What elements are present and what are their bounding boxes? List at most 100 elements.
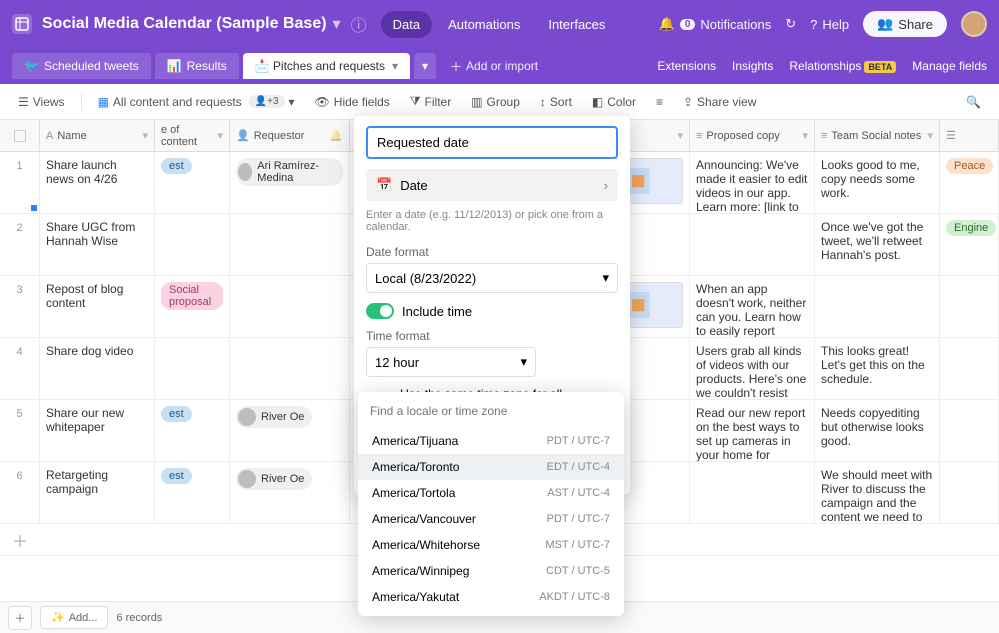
cell-type[interactable]: Social proposal xyxy=(155,276,230,337)
cell-team-notes[interactable]: We should meet with River to discuss the… xyxy=(815,462,940,523)
cell-name[interactable]: Retargeting campaign xyxy=(40,462,155,523)
collaborators-badge[interactable]: 👤+3 xyxy=(249,95,285,108)
search-button[interactable]: 🔍 xyxy=(958,91,989,113)
views-button[interactable]: ☰Views xyxy=(10,91,73,113)
tab-data[interactable]: Data xyxy=(381,11,432,38)
cell-last[interactable] xyxy=(940,338,999,399)
field-name-input[interactable] xyxy=(366,126,618,159)
chevron-down-icon[interactable]: ▾ xyxy=(927,129,933,142)
cell-proposed[interactable]: When an app doesn't work, neither can yo… xyxy=(690,276,815,337)
row-number[interactable]: 5 xyxy=(0,400,40,461)
tab-selector[interactable]: ▾ xyxy=(414,53,436,79)
cell-type[interactable]: est xyxy=(155,462,230,523)
insights-link[interactable]: Insights xyxy=(732,59,773,73)
row-number[interactable]: 3 xyxy=(0,276,40,337)
cell-last[interactable] xyxy=(940,276,999,337)
date-format-select[interactable]: Local (8/23/2022)▾ xyxy=(366,263,618,293)
add-menu-button[interactable]: ✨Add... xyxy=(40,606,108,629)
timezone-option[interactable]: America/VancouverPDT / UTC-7 xyxy=(358,506,624,532)
cell-type[interactable]: est xyxy=(155,152,230,213)
base-icon[interactable] xyxy=(12,14,32,34)
hide-fields-button[interactable]: 👁Hide fields xyxy=(307,91,398,113)
cell-requestor[interactable] xyxy=(230,338,350,399)
column-requestor[interactable]: 👤Requestor🔔 xyxy=(230,120,350,151)
column-proposed-copy[interactable]: ≡Proposed copy▾ xyxy=(690,120,815,151)
history-button[interactable]: ↻ xyxy=(785,16,796,32)
add-record-button[interactable]: ＋ xyxy=(8,606,32,630)
tab-scheduled-tweets[interactable]: 🐦Scheduled tweets xyxy=(12,53,151,79)
column-name[interactable]: AName▾ xyxy=(40,120,155,151)
notifications-button[interactable]: 🔔0Notifications xyxy=(659,16,772,32)
field-type-selector[interactable]: 📅 Date › xyxy=(366,169,618,201)
timezone-option[interactable]: America/WinnipegCDT / UTC-5 xyxy=(358,558,624,584)
user-chip[interactable]: River Oe xyxy=(236,468,312,490)
row-height-button[interactable]: ≡ xyxy=(648,91,671,113)
column-type[interactable]: e of content▾ xyxy=(155,120,230,151)
select-all[interactable] xyxy=(0,120,40,151)
cell-type[interactable] xyxy=(155,214,230,275)
row-number[interactable]: 4 xyxy=(0,338,40,399)
cell-team-notes[interactable]: Once we've got the tweet, we'll retweet … xyxy=(815,214,940,275)
user-chip[interactable]: Ari Ramírez-Medina xyxy=(236,158,343,186)
cell-last[interactable] xyxy=(940,400,999,461)
chevron-down-icon[interactable]: ▾ xyxy=(677,129,683,142)
tab-automations[interactable]: Automations xyxy=(436,11,532,38)
cell-name[interactable]: Share dog video xyxy=(40,338,155,399)
cell-type[interactable] xyxy=(155,338,230,399)
bell-icon[interactable]: 🔔 xyxy=(329,129,343,142)
timezone-option[interactable]: America/TijuanaPDT / UTC-7 xyxy=(358,428,624,454)
chevron-down-icon[interactable]: ▾ xyxy=(802,129,808,142)
timezone-option[interactable]: America/TortolaAST / UTC-4 xyxy=(358,480,624,506)
cell-team-notes[interactable]: Needs copyediting but otherwise looks go… xyxy=(815,400,940,461)
add-or-import-button[interactable]: ＋Add or import xyxy=(450,58,538,75)
cell-proposed[interactable]: Users grab all kinds of videos with our … xyxy=(690,338,815,399)
timezone-option[interactable]: America/TorontoEDT / UTC-4 xyxy=(358,454,624,480)
share-button[interactable]: 👥Share xyxy=(863,11,947,37)
cell-proposed[interactable] xyxy=(690,214,815,275)
timezone-search-input[interactable] xyxy=(368,398,614,424)
group-button[interactable]: ▥Group xyxy=(463,91,528,113)
cell-team-notes[interactable]: Looks good to me, copy needs some work. xyxy=(815,152,940,213)
cell-proposed[interactable]: Read our new report on the best ways to … xyxy=(690,400,815,461)
base-title[interactable]: Social Media Calendar (Sample Base) xyxy=(42,15,327,33)
timezone-option[interactable]: America/YakutatAKDT / UTC-8 xyxy=(358,584,624,610)
user-chip[interactable]: River Oe xyxy=(236,406,312,428)
cell-requestor[interactable]: River Oe xyxy=(230,462,350,523)
sort-button[interactable]: ↕Sort xyxy=(532,91,580,113)
tab-pitches-requests[interactable]: 📩 Pitches and requests▾ xyxy=(243,53,410,79)
cell-requestor[interactable] xyxy=(230,214,350,275)
cell-requestor[interactable]: Ari Ramírez-Medina xyxy=(230,152,350,213)
relationships-link[interactable]: RelationshipsBETA xyxy=(789,59,896,73)
share-view-button[interactable]: ⇪Share view xyxy=(675,91,764,113)
chevron-down-icon[interactable]: ▾ xyxy=(142,129,148,142)
cell-proposed[interactable]: Announcing: We've made it easier to edit… xyxy=(690,152,815,213)
info-icon[interactable]: ⓘ xyxy=(351,12,367,36)
cell-name[interactable]: Share UGC from Hannah Wise xyxy=(40,214,155,275)
cell-team-notes[interactable]: This looks great! Let's get this on the … xyxy=(815,338,940,399)
chevron-down-icon[interactable]: ▾ xyxy=(217,129,223,142)
cell-name[interactable]: Repost of blog content xyxy=(40,276,155,337)
row-number[interactable]: 6 xyxy=(0,462,40,523)
cell-proposed[interactable] xyxy=(690,462,815,523)
cell-name[interactable]: Share our new whitepaper xyxy=(40,400,155,461)
column-last[interactable]: ☰ xyxy=(940,120,999,151)
tab-interfaces[interactable]: Interfaces xyxy=(536,11,617,38)
color-button[interactable]: ◧Color xyxy=(584,91,644,113)
extensions-link[interactable]: Extensions xyxy=(657,59,716,73)
cell-type[interactable]: est xyxy=(155,400,230,461)
timezone-option[interactable]: America/WhitehorseMST / UTC-7 xyxy=(358,532,624,558)
tab-results[interactable]: 📊Results xyxy=(155,53,239,79)
cell-last[interactable]: Engine xyxy=(940,214,999,275)
timezone-search[interactable] xyxy=(368,398,614,424)
column-team-notes[interactable]: ≡Team Social notes▾ xyxy=(815,120,940,151)
row-number[interactable]: 2 xyxy=(0,214,40,275)
chevron-down-icon[interactable]: ▾ xyxy=(333,14,341,34)
cell-requestor[interactable] xyxy=(230,276,350,337)
chevron-down-icon[interactable]: ▾ xyxy=(392,59,398,73)
cell-last[interactable] xyxy=(940,462,999,523)
cell-team-notes[interactable] xyxy=(815,276,940,337)
cell-last[interactable]: Peace xyxy=(940,152,999,213)
filter-button[interactable]: ⧩Filter xyxy=(402,90,459,113)
cell-requestor[interactable]: River Oe xyxy=(230,400,350,461)
include-time-toggle[interactable] xyxy=(366,303,394,319)
